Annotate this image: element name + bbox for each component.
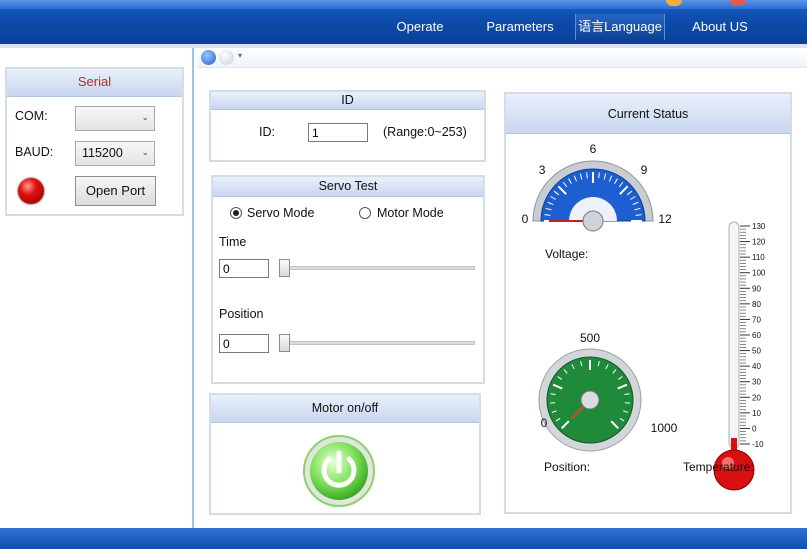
position-slider-thumb[interactable]	[279, 334, 290, 352]
time-slider-track[interactable]	[280, 266, 475, 270]
motor-mode-label[interactable]: Motor Mode	[377, 206, 444, 220]
position-input[interactable]	[219, 334, 269, 353]
thermometer-tick-label: 80	[752, 300, 761, 309]
chevron-down-icon: ⌄	[141, 112, 149, 122]
menu-operate[interactable]: Operate	[385, 14, 455, 40]
status-bar	[0, 528, 807, 549]
status-gauges: 0369120500100013012011010090807060504030…	[522, 142, 766, 491]
left-panel: Serial COM: ⌄ BAUD: 115200 ⌄ Open Port	[0, 48, 194, 528]
thermometer-tick-label: 130	[752, 222, 766, 231]
baud-label: BAUD:	[15, 145, 54, 159]
voltage-gauge-tick-label: 12	[658, 212, 672, 226]
id-label: ID:	[259, 125, 275, 139]
power-icon	[303, 435, 375, 507]
thermometer-tick-label: 10	[752, 409, 761, 418]
thermometer-tick-label: 110	[752, 253, 765, 262]
thermometer-tick-label: 50	[752, 347, 761, 356]
open-port-button[interactable]: Open Port	[75, 176, 156, 206]
thermometer-tube	[728, 221, 740, 449]
baud-value: 115200	[82, 146, 123, 160]
thermometer-tick-label: 60	[752, 331, 761, 340]
servo-test-title: Servo Test	[213, 177, 483, 197]
position-slider-track[interactable]	[280, 341, 475, 345]
serial-group: Serial COM: ⌄ BAUD: 115200 ⌄ Open Port	[5, 67, 184, 216]
baud-select[interactable]: 115200 ⌄	[75, 141, 155, 166]
thermometer-tick-label: 30	[752, 378, 761, 387]
motor-panel-title: Motor on/off	[211, 395, 479, 423]
com-label: COM:	[15, 109, 48, 123]
position-gauge-tick-label: 500	[580, 331, 600, 345]
forward-arrow-icon[interactable]	[219, 50, 234, 65]
chevron-down-icon: ⌄	[141, 147, 149, 157]
navigation-toolbar: ▾	[197, 48, 807, 68]
voltage-gauge-tick-label: 6	[590, 142, 597, 156]
voltage-label: Voltage:	[545, 247, 589, 261]
position-label: Position	[219, 307, 264, 321]
temperature-label: Temperature:	[683, 460, 754, 474]
power-button[interactable]	[303, 435, 375, 507]
position-gauge-tick-label: 0	[541, 416, 548, 430]
app-window: Operate Parameters 语言Language About US S…	[0, 0, 807, 549]
servo-mode-radio[interactable]	[230, 207, 242, 219]
connection-status-led-icon	[18, 178, 44, 204]
menu-language[interactable]: 语言Language	[575, 14, 665, 40]
current-status-panel: Current Status 0 3 6 9 12 0 500 1000 130 120 110 10…	[504, 92, 792, 514]
menu-parameters[interactable]: Parameters	[480, 14, 560, 40]
menu-about-us[interactable]: About US	[682, 14, 758, 40]
serial-title: Serial	[7, 69, 182, 97]
thermometer-tick-label: 70	[752, 315, 761, 324]
thermometer-tick-label: -10	[752, 440, 764, 449]
menu-bar-sheen	[0, 0, 807, 9]
servo-test-panel: Servo Test Servo Mode Motor Mode Time Po…	[211, 175, 485, 384]
thermometer-tick-label: 120	[752, 238, 766, 247]
menu-bar: Operate Parameters 语言Language About US	[0, 0, 807, 44]
current-status-title: Current Status	[506, 94, 790, 134]
id-panel: ID ID: (Range:0~253)	[209, 90, 486, 162]
thermometer-tick-label: 0	[752, 424, 757, 433]
thermometer-tick-label: 90	[752, 284, 761, 293]
servo-mode-label[interactable]: Servo Mode	[247, 206, 314, 220]
voltage-gauge-tick-label: 3	[539, 163, 546, 177]
position-gauge-hub	[580, 390, 600, 410]
voltage-gauge-hub	[582, 210, 604, 232]
voltage-gauge-tick-label: 9	[641, 163, 648, 177]
back-arrow-icon[interactable]	[201, 50, 216, 65]
motor-mode-radio[interactable]	[359, 207, 371, 219]
id-range-text: (Range:0~253)	[383, 125, 467, 139]
thermometer-tick-label: 40	[752, 362, 761, 371]
thermometer-tick-label: 100	[752, 269, 766, 278]
motor-panel: Motor on/off	[209, 393, 481, 515]
time-label: Time	[219, 235, 247, 249]
position-gauge-label: Position:	[544, 460, 591, 474]
id-panel-title: ID	[211, 92, 484, 110]
thermometer-tick-label: 20	[752, 393, 761, 402]
history-dropdown-icon[interactable]: ▾	[238, 51, 242, 60]
position-gauge-tick-label: 1000	[651, 421, 678, 435]
id-input[interactable]	[308, 123, 368, 142]
com-select[interactable]: ⌄	[75, 106, 155, 131]
time-input[interactable]	[219, 259, 269, 278]
time-slider-thumb[interactable]	[279, 259, 290, 277]
voltage-gauge-tick-label: 0	[522, 212, 529, 226]
